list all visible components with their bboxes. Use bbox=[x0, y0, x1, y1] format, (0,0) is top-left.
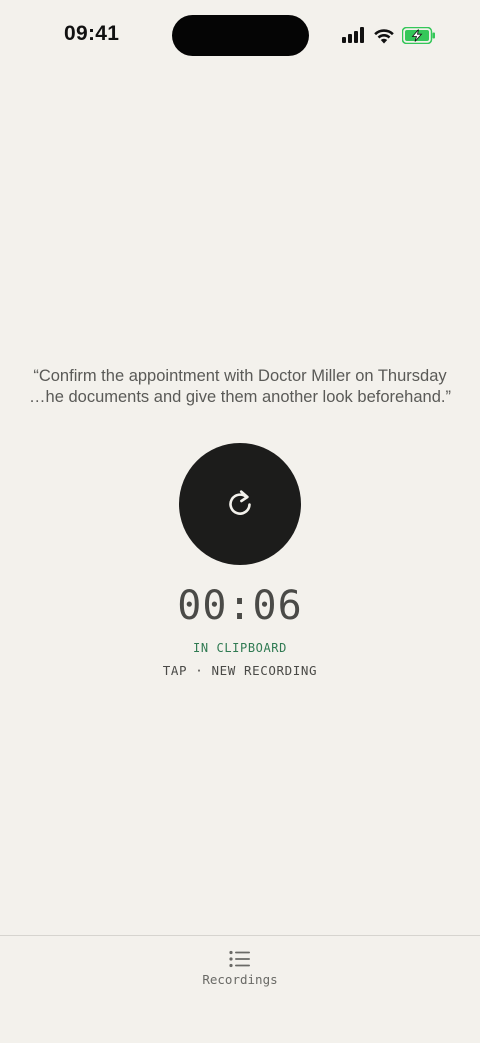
refresh-icon bbox=[229, 490, 251, 515]
status-icons bbox=[342, 26, 436, 44]
tap-hint-label: TAP · NEW RECORDING bbox=[162, 663, 318, 678]
dynamic-island bbox=[172, 15, 309, 56]
list-icon bbox=[229, 950, 250, 968]
recording-timer: 00:06 bbox=[177, 583, 303, 629]
transcript-text: “Confirm the appointment with Doctor Mil… bbox=[29, 367, 451, 406]
tab-recordings-label: Recordings bbox=[202, 972, 278, 987]
signal-icon bbox=[342, 27, 364, 43]
status-bar: 09:41 bbox=[0, 0, 480, 72]
battery-charging-icon bbox=[402, 26, 435, 44]
wifi-icon bbox=[374, 28, 394, 43]
status-time: 09:41 bbox=[64, 22, 120, 45]
tab-bar: Recordings bbox=[0, 935, 480, 1043]
tab-recordings[interactable]: Recordings bbox=[190, 950, 290, 994]
clipboard-status-label: IN CLIPBOARD bbox=[193, 641, 287, 655]
new-recording-button[interactable] bbox=[179, 443, 301, 565]
